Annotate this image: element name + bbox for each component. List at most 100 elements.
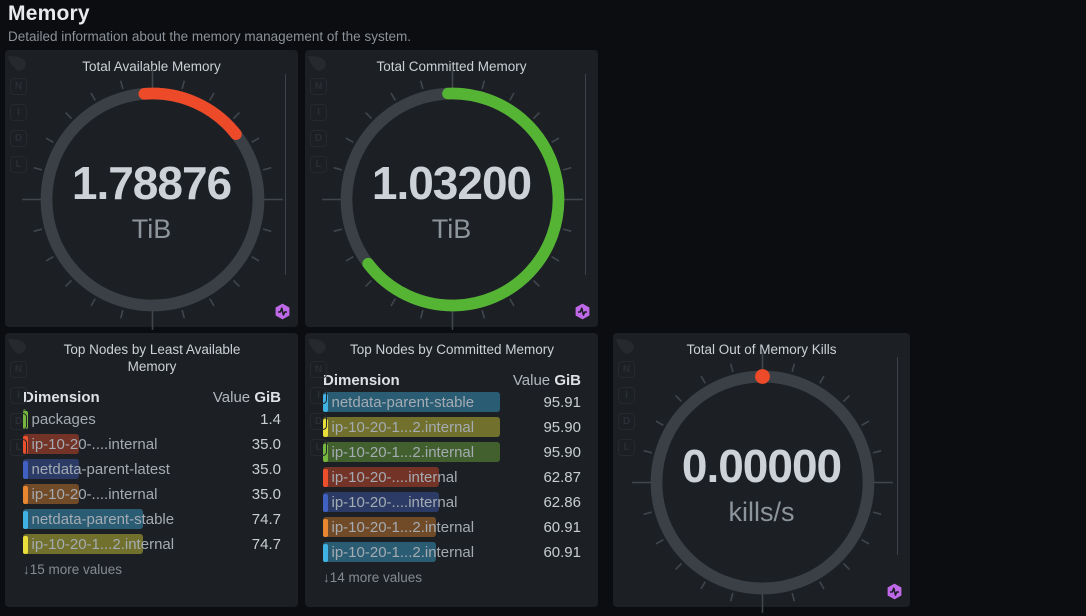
toolbar-D-icon[interactable]: D <box>10 413 27 430</box>
gauge-value: 1.03200 <box>305 159 598 207</box>
dimension-value: 95.91 <box>543 394 581 411</box>
toolbar-D-icon[interactable]: D <box>310 130 327 147</box>
table-header: Dimension Value GiB <box>323 370 581 390</box>
table-row[interactable]: netdata-parent-stable 74.7 <box>23 507 281 532</box>
toolbar-I-icon[interactable]: I <box>10 104 27 121</box>
toolbar-D-icon[interactable]: D <box>310 413 327 430</box>
toolbar-L-icon[interactable]: L <box>618 439 635 456</box>
dimension-label: netdata-parent-stable <box>32 511 175 528</box>
chart-title: Top Nodes by Least Available Memory <box>39 341 265 375</box>
dimension-value: 35.0 <box>252 461 281 478</box>
dimension-label: ip-10-20-1...2.internal <box>332 519 475 536</box>
gauge-value: 1.78876 <box>5 159 298 207</box>
toolbar-I-icon[interactable]: I <box>310 387 327 404</box>
top-nodes-table: Top Nodes by Committed Memory Dimension … <box>323 341 581 585</box>
table-row[interactable]: ip-10-20-....internal62.87 <box>323 465 581 490</box>
dimension-color-indicator <box>323 469 328 487</box>
netdata-leaf-icon[interactable] <box>7 337 27 355</box>
gauge-card-total-committed-memory: NIDL Total Committed Memory 1.03200 TiB <box>305 50 598 327</box>
dimension-value: 62.86 <box>543 494 581 511</box>
table-row[interactable]: ip-10-20-1...2.internal 60.91 <box>323 540 581 565</box>
column-header-dimension: Dimension <box>23 389 100 406</box>
chart-hover-toolbar: NIDL <box>307 54 329 182</box>
dimension-label: ip-10-20-1...2.internal <box>332 444 475 461</box>
dimension-color-indicator <box>323 519 328 537</box>
dimension-value: 1.4 <box>260 411 281 428</box>
gauge-unit: TiB <box>5 215 298 243</box>
gauge-unit: TiB <box>305 215 598 243</box>
more-values-indicator: ↓14 more values <box>323 570 581 585</box>
chart-scrollbar[interactable] <box>585 74 586 275</box>
dimension-value: 35.0 <box>252 486 281 503</box>
dimension-color-indicator <box>23 511 28 529</box>
dimension-label: ip-10-20-1...2.internal <box>32 536 175 553</box>
table-card-committed-memory: NIDL Top Nodes by Committed Memory Dimen… <box>305 333 598 607</box>
netdata-leaf-icon[interactable] <box>307 54 327 72</box>
toolbar-L-icon[interactable]: L <box>310 156 327 173</box>
dimension-value: 35.0 <box>252 436 281 453</box>
toolbar-I-icon[interactable]: I <box>10 387 27 404</box>
toolbar-L-icon[interactable]: L <box>10 156 27 173</box>
chart-hover-toolbar: NIDL <box>615 337 637 465</box>
toolbar-D-icon[interactable]: D <box>10 130 27 147</box>
table-body: packages1.4ip-10-20-....internal35.0netd… <box>23 407 281 557</box>
page-title: Memory <box>8 2 411 26</box>
dimension-label: ip-10-20-1...2.internal <box>332 544 475 561</box>
page-subtitle: Detailed information about the memory ma… <box>8 29 411 44</box>
dimension-label: ip-10-20-....internal <box>332 494 458 511</box>
dimension-color-indicator <box>323 544 328 562</box>
dimension-value: 62.87 <box>543 469 581 486</box>
gauge-card-total-available-memory: NIDL Total Available Memory 1.78876 TiB <box>5 50 298 327</box>
column-header-value: Value GiB <box>513 372 581 389</box>
toolbar-N-icon[interactable]: N <box>10 361 27 378</box>
toolbar-L-icon[interactable]: L <box>310 439 327 456</box>
toolbar-L-icon[interactable]: L <box>10 439 27 456</box>
table-row[interactable]: ip-10-20-....internal 35.0 <box>23 432 281 457</box>
toolbar-D-icon[interactable]: D <box>618 413 635 430</box>
toolbar-I-icon[interactable]: I <box>310 104 327 121</box>
toolbar-I-icon[interactable]: I <box>618 387 635 404</box>
dimension-color-indicator <box>23 536 28 554</box>
chart-scrollbar[interactable] <box>285 74 286 275</box>
table-row[interactable]: ip-10-20-1...2.internal 95.90 <box>323 440 581 465</box>
chart-hover-toolbar: NIDL <box>7 54 29 182</box>
chart-scrollbar[interactable] <box>897 357 898 555</box>
dimension-value: 74.7 <box>252 536 281 553</box>
more-values-indicator: ↓15 more values <box>23 562 281 577</box>
netdata-pulse-badge-icon[interactable] <box>886 583 903 600</box>
netdata-leaf-icon[interactable] <box>7 54 27 72</box>
table-row[interactable]: packages 1.4 <box>23 407 281 432</box>
dimension-label: ip-10-20-1...2.internal <box>332 419 475 436</box>
toolbar-N-icon[interactable]: N <box>618 361 635 378</box>
dimension-label: netdata-parent-latest <box>32 461 170 478</box>
column-header-dimension: Dimension <box>323 372 400 389</box>
dimension-label: packages <box>32 411 96 428</box>
table-row[interactable]: ip-10-20-1...2.internal 74.7 <box>23 532 281 557</box>
netdata-pulse-badge-icon[interactable] <box>574 303 591 320</box>
toolbar-N-icon[interactable]: N <box>310 78 327 95</box>
table-row[interactable]: netdata-parent-latest 35.0 <box>23 457 281 482</box>
dimension-value: 74.7 <box>252 511 281 528</box>
table-body: netdata-parent-stable95.91 ip-10-20-1...2… <box>323 390 581 565</box>
netdata-leaf-icon[interactable] <box>307 337 327 355</box>
netdata-pulse-badge-icon[interactable] <box>274 303 291 320</box>
table-row[interactable]: netdata-parent-stable95.91 <box>323 390 581 415</box>
dimension-value: 60.91 <box>543 544 581 561</box>
gauge-unit: kills/s <box>613 498 910 526</box>
table-row[interactable]: ip-10-20-1...2.internal95.90 <box>323 415 581 440</box>
table-row[interactable]: ip-10-20-....internal 62.86 <box>323 490 581 515</box>
page-header: Memory Detailed information about the me… <box>8 2 411 44</box>
gauge-value: 0.00000 <box>613 442 910 490</box>
chart-hover-toolbar: NIDL <box>7 337 29 465</box>
netdata-leaf-icon[interactable] <box>615 337 635 355</box>
chart-hover-toolbar: NIDL <box>307 337 329 465</box>
table-row[interactable]: ip-10-20-1...2.internal60.91 <box>323 515 581 540</box>
toolbar-N-icon[interactable]: N <box>310 361 327 378</box>
gauge-card-oom-kills: NIDL Total Out of Memory Kills 0.00000 k… <box>613 333 910 607</box>
table-header: Dimension Value GiB <box>23 387 281 407</box>
toolbar-N-icon[interactable]: N <box>10 78 27 95</box>
dimension-value: 95.90 <box>543 444 581 461</box>
table-row[interactable]: ip-10-20-....internal35.0 <box>23 482 281 507</box>
dimension-label: ip-10-20-....internal <box>32 436 158 453</box>
chart-title: Top Nodes by Committed Memory <box>339 341 565 358</box>
